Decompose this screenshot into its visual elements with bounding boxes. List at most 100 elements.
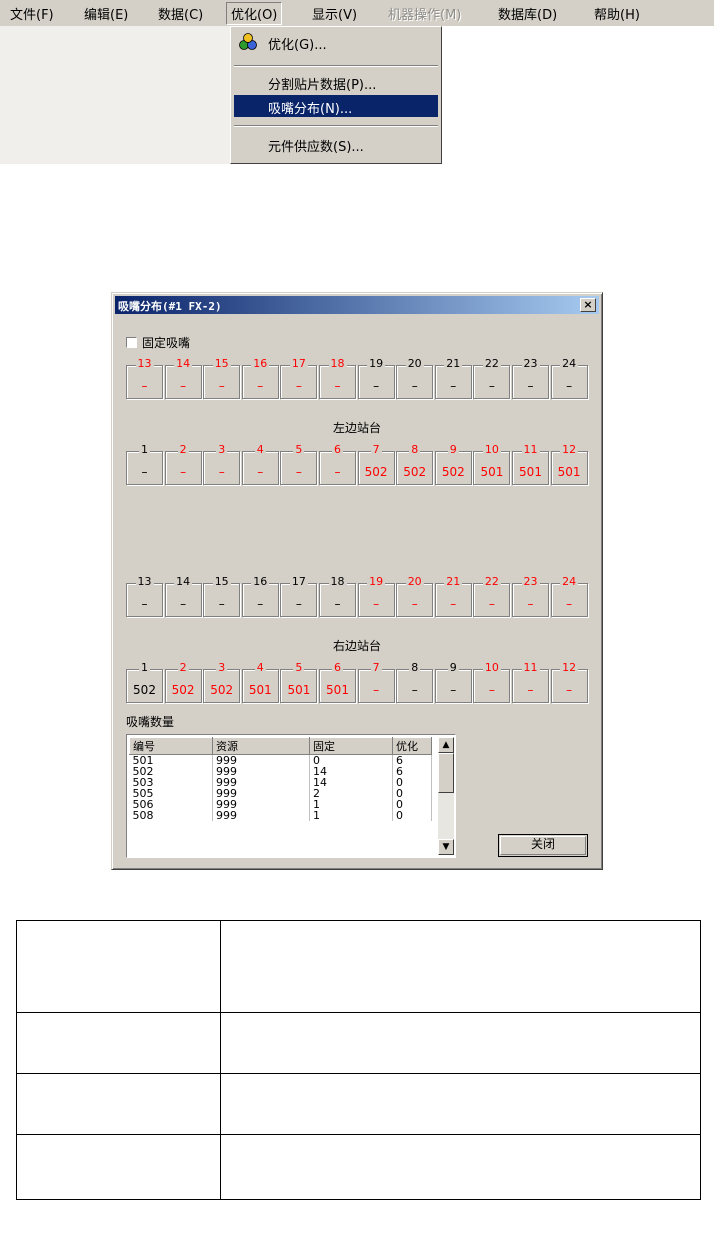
nozzle-slot[interactable]: 17 – — [280, 575, 318, 617]
nozzle-slot[interactable]: 5– — [280, 443, 318, 485]
nozzle-slot[interactable]: 20 – — [396, 357, 434, 399]
nozzle-slot[interactable]: 14 – — [164, 575, 202, 617]
nozzle-slot[interactable]: 24 – — [550, 357, 588, 399]
nozzle-distribution-dialog: 吸嘴分布(#1 FX-2) × 固定吸嘴 13–14–15–16–17–18–1… — [111, 292, 603, 870]
nozzle-slot-number-text: 16 — [251, 575, 270, 588]
nozzle-slot[interactable]: 22 – — [473, 357, 511, 399]
table-row[interactable]: 508 999 1 0 — [129, 810, 432, 821]
menu-item-feeder-count[interactable]: 元件供应数(S)... — [234, 133, 438, 155]
close-button[interactable]: 关闭 — [498, 834, 588, 857]
nozzle-slot[interactable]: 14 – — [164, 357, 202, 399]
table-row[interactable]: 506 999 1 0 — [129, 799, 432, 810]
nozzle-slot[interactable]: 13 – — [126, 575, 163, 617]
nozzle-slot-number-text: 13 — [135, 357, 154, 370]
nozzle-slot[interactable]: 10 501 — [473, 443, 511, 485]
menu-view[interactable]: 显示(V) — [312, 4, 357, 23]
nozzle-slot[interactable]: 16 – — [241, 357, 279, 399]
nozzle-slot[interactable]: 4 501 — [241, 661, 279, 703]
menu-item-nozzle-distribution[interactable]: 吸嘴分布(N)... — [234, 95, 438, 117]
nozzle-slot[interactable]: 1– — [126, 443, 163, 485]
nozzle-slot[interactable]: 12 – — [550, 661, 588, 703]
nozzle-slot[interactable]: 18 – — [319, 575, 356, 617]
nozzle-slot[interactable]: 2 502 — [164, 661, 202, 703]
menu-help[interactable]: 帮助(H) — [594, 4, 640, 23]
nozzle-slot[interactable]: 15 – — [203, 575, 241, 617]
table-row[interactable]: 501 999 0 6 — [129, 754, 432, 766]
nozzle-slot[interactable]: 13 – — [126, 357, 163, 399]
nozzle-slot-number-text: 15 — [212, 575, 231, 588]
nozzle-slot[interactable]: 8 502 — [396, 443, 434, 485]
column-header-fixed[interactable]: 固定 — [309, 737, 393, 755]
nozzle-slot[interactable]: 3– — [203, 443, 241, 485]
column-header-optimize[interactable]: 优化 — [392, 737, 432, 755]
nozzle-slot[interactable]: 24 – — [550, 575, 588, 617]
nozzle-slot[interactable]: 8– — [396, 661, 434, 703]
nozzle-slot-value: 501 — [519, 465, 542, 479]
nozzle-slot[interactable]: 23 – — [512, 575, 549, 617]
nozzle-slot-value: – — [295, 465, 302, 479]
nozzle-slot-number: 19 — [359, 575, 394, 588]
nozzle-slot[interactable]: 11 – — [512, 661, 549, 703]
menu-edit[interactable]: 编辑(E) — [84, 4, 128, 23]
scroll-thumb[interactable] — [438, 753, 454, 793]
nozzle-slot[interactable]: 11 501 — [512, 443, 549, 485]
table-row[interactable]: 503 999 14 0 — [129, 777, 432, 788]
checkbox-box[interactable] — [126, 337, 137, 348]
nozzle-slot[interactable]: 12 501 — [550, 443, 588, 485]
nozzle-slot[interactable]: 15 – — [203, 357, 241, 399]
menu-item-optimize[interactable]: 优化(G)... — [234, 31, 438, 53]
scroll-up-icon[interactable]: ▲ — [438, 737, 454, 753]
nozzle-slot-number: 23 — [513, 357, 548, 370]
nozzle-slot[interactable]: 6– — [319, 443, 356, 485]
menu-database[interactable]: 数据库(D) — [498, 4, 557, 23]
nozzle-count-table[interactable]: 编号 资源 固定 优化 501 999 0 6 502 999 14 6 503 999 14 0 50… — [126, 734, 456, 858]
empty-table — [16, 920, 701, 1200]
vertical-scrollbar[interactable]: ▲ ▼ — [438, 737, 454, 855]
menu-optimize[interactable]: 优化(O) — [226, 2, 283, 25]
menu-data[interactable]: 数据(C) — [158, 4, 203, 23]
column-header-id[interactable]: 编号 — [129, 737, 213, 755]
nozzle-slot[interactable]: 10 – — [473, 661, 511, 703]
left-station-label: 左边站台 — [332, 421, 381, 435]
nozzle-slot-number-text: 4 — [254, 661, 266, 674]
nozzle-slot[interactable]: 21 – — [434, 575, 472, 617]
nozzle-slot[interactable]: 7 502 — [357, 443, 395, 485]
nozzle-slot[interactable]: 4– — [241, 443, 279, 485]
close-icon[interactable]: × — [580, 298, 596, 312]
table-row[interactable]: 502 999 14 6 — [129, 766, 432, 777]
nozzle-slot-number: 6 — [320, 443, 355, 456]
nozzle-slot[interactable]: 6 501 — [319, 661, 356, 703]
table-row[interactable]: 505 999 2 0 — [129, 788, 432, 799]
nozzle-slot[interactable]: 7– — [357, 661, 395, 703]
table-cell: 2 — [309, 788, 393, 799]
nozzle-slot-number: 3 — [204, 443, 239, 456]
dialog-titlebar[interactable]: 吸嘴分布(#1 FX-2) × — [115, 296, 599, 314]
nozzle-slot[interactable]: 2– — [164, 443, 202, 485]
nozzle-slot[interactable]: 22 – — [473, 575, 511, 617]
menu-file[interactable]: 文件(F) — [10, 4, 54, 23]
nozzle-slot[interactable]: 21 – — [434, 357, 472, 399]
nozzle-slot[interactable]: 1 502 — [126, 661, 163, 703]
nozzle-slot[interactable]: 17 – — [280, 357, 318, 399]
nozzle-slot-value: – — [218, 465, 225, 479]
menu-item-split-data[interactable]: 分割贴片数据(P)... — [234, 71, 438, 93]
nozzle-slot[interactable]: 9– — [434, 661, 472, 703]
nozzle-slot-number: 16 — [243, 357, 278, 370]
nozzle-slot[interactable]: 5 501 — [280, 661, 318, 703]
nozzle-slot[interactable]: 18 – — [319, 357, 356, 399]
nozzle-slot[interactable]: 19 – — [357, 575, 395, 617]
nozzle-slot[interactable]: 9 502 — [434, 443, 472, 485]
nozzle-slot-number: 2 — [166, 661, 201, 674]
nozzle-slot-number: 16 — [243, 575, 278, 588]
nozzle-slot[interactable]: 16 – — [241, 575, 279, 617]
nozzle-slot-number: 24 — [552, 575, 587, 588]
column-header-resource[interactable]: 资源 — [212, 737, 310, 755]
nozzle-slot[interactable]: 3 502 — [203, 661, 241, 703]
nozzle-slot[interactable]: 19 – — [357, 357, 395, 399]
scroll-down-icon[interactable]: ▼ — [438, 839, 454, 855]
right-station-rear-slots: 13 – 14 – 15 – 16 – 17 – 18 – 19 – 20 – 21 – 22 – 23 – 24 – — [126, 575, 590, 621]
nozzle-slot[interactable]: 20 – — [396, 575, 434, 617]
fixed-nozzle-checkbox[interactable]: 固定吸嘴 — [126, 334, 190, 351]
table-cell — [220, 1134, 701, 1200]
nozzle-slot[interactable]: 23 – — [512, 357, 549, 399]
